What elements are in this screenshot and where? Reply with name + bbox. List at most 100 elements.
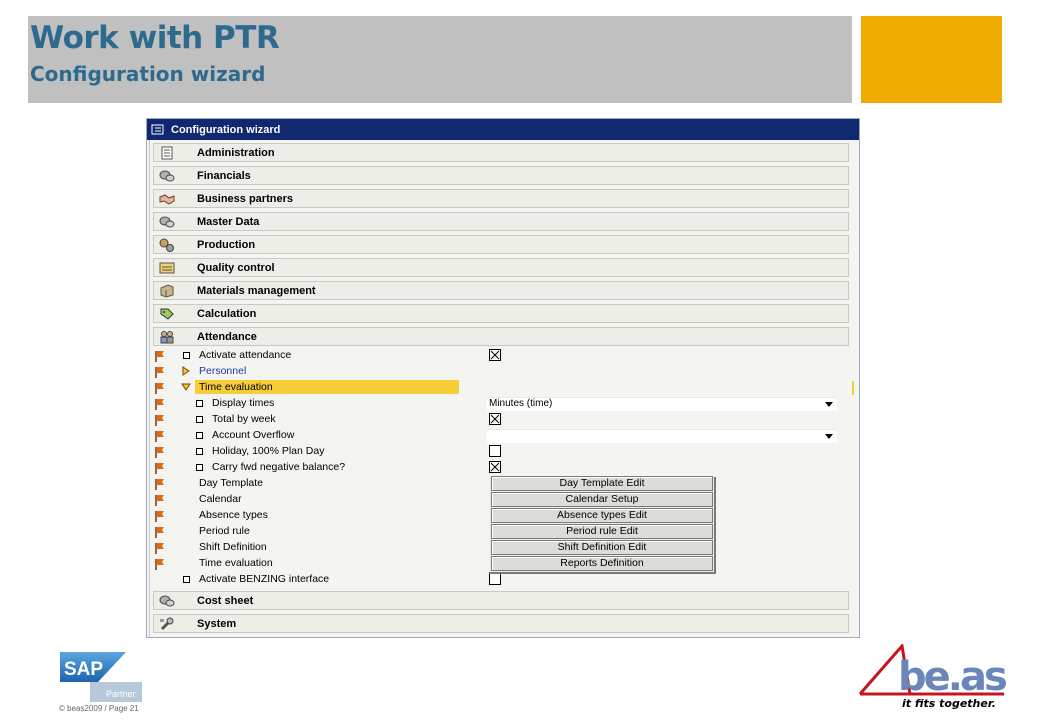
option-checkbox[interactable] [489, 349, 501, 361]
attendance-row: Activate BENZING interface [147, 572, 859, 588]
box-icon [159, 283, 175, 298]
section-label: Production [197, 238, 256, 251]
section-calculation[interactable]: Calculation [153, 304, 849, 323]
flag-icon [154, 526, 166, 538]
section-business-partners[interactable]: Business partners [153, 189, 849, 208]
flag-icon [154, 462, 166, 474]
row-label: Shift Definition [199, 541, 267, 553]
svg-text:Partner: Partner [106, 689, 136, 699]
shift-definition-edit-button[interactable]: Shift Definition Edit [491, 540, 713, 555]
row-label: Account Overflow [212, 429, 295, 441]
section-administration[interactable]: Administration [153, 143, 849, 162]
flag-icon [154, 398, 166, 410]
option-bullet-icon [196, 448, 203, 455]
flag-icon [154, 478, 166, 490]
configuration-wizard-window: Configuration wizard Administration Finan… [146, 118, 860, 638]
selection-marker [852, 381, 854, 395]
row-label: Total by week [212, 413, 276, 425]
row-label: Holiday, 100% Plan Day [212, 445, 325, 457]
option-checkbox[interactable] [489, 413, 501, 425]
option-dropdown[interactable] [487, 429, 837, 443]
section-materials-management[interactable]: Materials management [153, 281, 849, 300]
reports-definition-button[interactable]: Reports Definition [491, 556, 713, 571]
row-label: Carry fwd negative balance? [212, 461, 346, 473]
section-label: System [197, 617, 237, 630]
calendar-setup-button[interactable]: Calendar Setup [491, 492, 713, 507]
window-title: Configuration wizard [171, 123, 281, 136]
expand-arrow-icon[interactable] [181, 366, 191, 376]
section-label: Master Data [197, 215, 260, 228]
absence-types-edit-button[interactable]: Absence types Edit [491, 508, 713, 523]
option-checkbox[interactable] [489, 573, 501, 585]
attendance-row: Total by week [147, 412, 859, 428]
period-rule-edit-button[interactable]: Period rule Edit [491, 524, 713, 539]
wizard-icon [151, 124, 164, 135]
collapse-arrow-icon[interactable] [181, 382, 191, 392]
flag-icon [154, 382, 166, 394]
wrench-icon [159, 617, 175, 631]
day-template-edit-button[interactable]: Day Template Edit [491, 476, 713, 491]
option-bullet-icon [196, 464, 203, 471]
document-icon [159, 146, 175, 160]
svg-text:it fits together.: it fits together. [902, 697, 996, 710]
svg-text:be.as: be.as [898, 654, 1006, 700]
coins-icon [159, 594, 175, 608]
section-production[interactable]: Production [153, 235, 849, 254]
option-bullet-icon [196, 400, 203, 407]
row-label: Period rule [199, 525, 250, 537]
option-bullet-icon [183, 352, 190, 359]
section-cost-sheet[interactable]: Cost sheet [153, 591, 849, 610]
people-icon [159, 330, 175, 344]
section-quality-control[interactable]: Quality control [153, 258, 849, 277]
option-bullet-icon [183, 576, 190, 583]
copyright-text: © beas2009 / Page 21 [59, 704, 139, 713]
attendance-row: Personnel [147, 364, 859, 380]
sap-partner-logo: SAP Partner [60, 652, 142, 702]
chevron-down-icon[interactable] [825, 434, 833, 439]
flag-icon [154, 542, 166, 554]
row-label: Activate attendance [199, 349, 292, 361]
section-label: Materials management [197, 284, 316, 297]
flag-icon [154, 414, 166, 426]
attendance-row: Display times Minutes (time) [147, 396, 859, 412]
section-system[interactable]: System [153, 614, 849, 633]
attendance-row: Carry fwd negative balance? [147, 460, 859, 476]
row-label[interactable]: Personnel [199, 365, 246, 377]
option-checkbox[interactable] [489, 445, 501, 457]
row-label: Absence types [199, 509, 268, 521]
quality-icon [159, 261, 175, 275]
dropdown-value: Minutes (time) [489, 398, 553, 409]
slide-subtitle: Configuration wizard [30, 62, 266, 86]
accent-block [861, 16, 1002, 103]
tag-icon [159, 307, 175, 321]
coins-icon [159, 169, 175, 183]
section-label: Cost sheet [197, 594, 254, 607]
flag-icon [154, 558, 166, 570]
section-label: Financials [197, 169, 251, 182]
section-master-data[interactable]: Master Data [153, 212, 849, 231]
coins-icon [159, 215, 175, 229]
attendance-row: Time evaluation [147, 380, 859, 396]
section-financials[interactable]: Financials [153, 166, 849, 185]
slide-header: Work with PTR Configuration wizard [28, 16, 852, 103]
option-bullet-icon [196, 416, 203, 423]
gears-icon [159, 238, 175, 252]
window-titlebar: Configuration wizard [147, 119, 859, 140]
row-label[interactable]: Time evaluation [199, 381, 273, 393]
row-label: Calendar [199, 493, 242, 505]
slide-title: Work with PTR [30, 20, 280, 56]
section-label: Administration [197, 146, 275, 159]
option-checkbox[interactable] [489, 461, 501, 473]
flag-icon [154, 350, 166, 362]
row-label: Day Template [199, 477, 264, 489]
row-label: Activate BENZING interface [199, 573, 330, 585]
handshake-icon [159, 192, 175, 206]
flag-icon [154, 366, 166, 378]
chevron-down-icon[interactable] [825, 402, 833, 407]
section-label: Calculation [197, 307, 257, 320]
section-attendance[interactable]: Attendance [153, 327, 849, 346]
option-dropdown[interactable]: Minutes (time) [487, 397, 837, 411]
option-bullet-icon [196, 432, 203, 439]
row-label: Display times [212, 397, 275, 409]
beas-logo: be.as it fits together. [858, 644, 1008, 710]
